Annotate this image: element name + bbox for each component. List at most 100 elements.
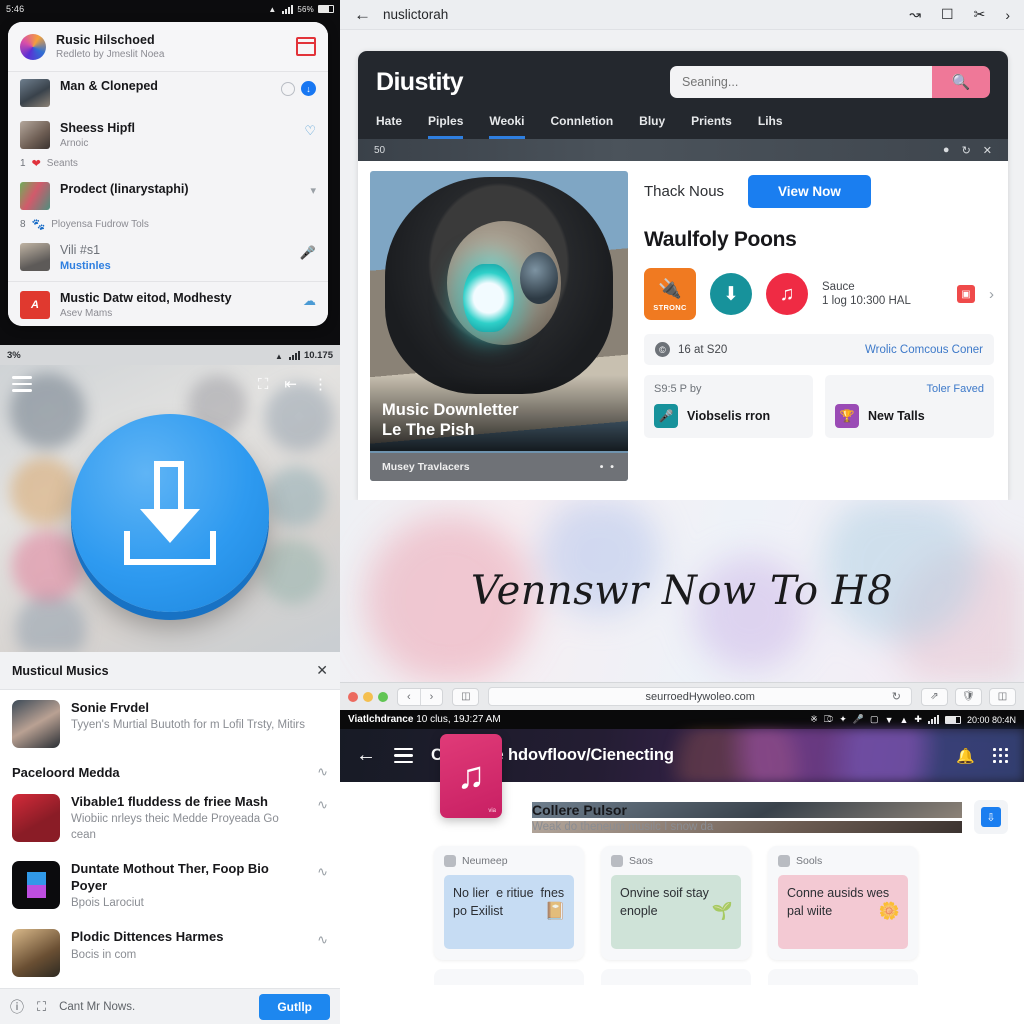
- search-icon[interactable]: 🔍: [932, 66, 990, 98]
- forward-button[interactable]: ›: [419, 688, 443, 705]
- app-icon[interactable]: ♫ via: [440, 734, 502, 818]
- filter-icon[interactable]: ⇗: [921, 687, 948, 706]
- reload-icon[interactable]: ↻: [892, 690, 901, 703]
- camera-icon[interactable]: ⛶: [37, 999, 46, 1015]
- chevron-icon[interactable]: ∿: [317, 764, 328, 780]
- chevron-right-icon[interactable]: ›: [989, 286, 994, 303]
- feature-card[interactable]: Saos Onvine soif stay enople 🌱: [601, 846, 751, 960]
- feature-card[interactable]: Sools Conne ausids wes pal wiite 🌼: [768, 846, 918, 960]
- close-icon[interactable]: ✕: [983, 144, 992, 157]
- refresh-icon[interactable]: ↻: [962, 144, 971, 157]
- site-search[interactable]: 🔍: [670, 66, 990, 98]
- download-badge-icon[interactable]: ↓: [301, 81, 316, 96]
- back-arrow-icon[interactable]: ←: [354, 5, 371, 25]
- wifi-icon: ▼: [884, 714, 894, 725]
- nav-item-connletion[interactable]: Connletion: [551, 114, 614, 139]
- close-icon[interactable]: ✕: [316, 662, 328, 679]
- action-button[interactable]: Gutllp: [259, 993, 330, 1020]
- sidebar-icon[interactable]: ◫: [452, 687, 480, 706]
- status-indicators: 56%: [268, 4, 334, 14]
- chevron-down-icon[interactable]: ▾: [310, 184, 316, 197]
- list-item[interactable]: Man & Cloneped ↓: [8, 72, 328, 114]
- list-item[interactable]: A Mustic Datw eitod, Modhesty Asev Mams …: [8, 284, 328, 326]
- forward-icon[interactable]: ›: [1005, 7, 1010, 23]
- list-item[interactable]: Plodic Dittences Harmes Bocis in com ∿: [0, 919, 340, 985]
- search-input[interactable]: [670, 66, 932, 98]
- sheet-title: Musticul Musics: [12, 663, 109, 678]
- microphone-icon[interactable]: 🎤: [300, 245, 316, 261]
- card-label: Sools: [796, 855, 823, 867]
- nav-item-prients[interactable]: Prients: [691, 114, 732, 139]
- list-item[interactable]: Sheess Hipfl Arnoic ♡: [8, 114, 328, 156]
- undo-icon[interactable]: ↝: [909, 6, 921, 23]
- status-title: Viatlchdrance: [348, 714, 414, 725]
- feature-card-stub[interactable]: [768, 969, 918, 985]
- info-icon[interactable]: ⓘ: [10, 997, 24, 1017]
- strong-tile[interactable]: 🔌 STRONC: [644, 268, 696, 320]
- heart-outline-icon[interactable]: ♡: [304, 123, 316, 139]
- more-icon[interactable]: • •: [600, 461, 616, 473]
- notification-card[interactable]: Rusic Hilschoed Redleto by Jmeslit Noea …: [8, 22, 328, 326]
- nav-item-weoki[interactable]: Weoki: [489, 114, 525, 139]
- traffic-lights[interactable]: [348, 691, 388, 702]
- feature-card-stub[interactable]: [434, 969, 584, 985]
- nav-item-piples[interactable]: Piples: [428, 114, 464, 139]
- chevron-icon[interactable]: ∿: [317, 861, 328, 880]
- mac-browser-chrome: ‹ › ◫ seurroedHywoleo.com ↻ ⇗ 🛡 ◫: [340, 682, 1024, 710]
- more-vertical-icon[interactable]: ⋮: [313, 375, 328, 393]
- location-icon[interactable]: ●: [943, 144, 950, 156]
- section-header[interactable]: Paceloord Medda ∿: [0, 756, 340, 784]
- download-circle-icon[interactable]: ⬇: [710, 273, 752, 315]
- view-now-button[interactable]: View Now: [748, 175, 871, 208]
- list-item[interactable]: Vibable1 fluddess de friee Mash Wiobiic …: [0, 784, 340, 851]
- menu-icon[interactable]: [394, 747, 413, 764]
- tile-card[interactable]: Toler Faved 🏆 New Talls: [825, 375, 994, 438]
- window-icon[interactable]: ◫: [989, 687, 1016, 706]
- nav-buttons[interactable]: ‹ ›: [397, 687, 444, 706]
- download-hero: ⛶ ⇤ ⋮: [0, 365, 340, 652]
- item-link[interactable]: Mustinles: [60, 260, 290, 272]
- back-button[interactable]: ‹: [398, 689, 420, 705]
- nav-item-bluy[interactable]: Bluy: [639, 114, 665, 139]
- list-item[interactable]: Duntate Mothout Ther, Foop Bio Poyer Bpo…: [0, 851, 340, 919]
- hero-footer-bar: Musey Travlacers • •: [370, 453, 628, 481]
- alert-badge-icon[interactable]: ▣: [957, 285, 975, 303]
- cut-icon[interactable]: ✂: [974, 6, 986, 23]
- list-item[interactable]: Sonie Frvdel Tyyen's Murtial Buutoth for…: [0, 690, 340, 756]
- tile-link[interactable]: Toler Faved: [927, 383, 984, 395]
- cloud-icon[interactable]: ☁: [303, 293, 316, 309]
- feature-card[interactable]: Neumeep No lier e ritiue fnes po Exilist…: [434, 846, 584, 960]
- card-body: Onvine soif stay enople 🌱: [611, 875, 741, 949]
- url-text[interactable]: nuslictorah: [383, 7, 897, 22]
- install-button[interactable]: ⇩: [974, 800, 1008, 834]
- save-icon[interactable]: ☐: [941, 6, 954, 23]
- nav-item-lihs[interactable]: Lihs: [758, 114, 783, 139]
- inbox-icon[interactable]: [295, 37, 317, 56]
- share-icon[interactable]: ⇤: [284, 375, 297, 393]
- hero-artwork[interactable]: Music Downletter Le The Pish Musey Travl…: [370, 171, 628, 481]
- music-circle-icon[interactable]: ♫: [766, 273, 808, 315]
- nav-item-hate[interactable]: Hate: [376, 114, 402, 139]
- item-title: Vibable1 fluddess de friee Mash: [71, 794, 268, 809]
- menu-icon[interactable]: [12, 376, 32, 392]
- address-bar[interactable]: seurroedHywoleo.com ↻: [488, 687, 912, 706]
- hero-caption-line1: Music Downletter: [382, 401, 519, 420]
- info-strip[interactable]: © 16 at S20 Wrolic Comcous Coner: [644, 334, 994, 365]
- item-thumbnail: [12, 929, 60, 978]
- strip-right-link[interactable]: Wrolic Comcous Coner: [865, 344, 983, 356]
- apps-grid-icon[interactable]: [993, 748, 1008, 763]
- chevron-icon[interactable]: ∿: [317, 929, 328, 948]
- shield-icon[interactable]: 🛡: [955, 687, 982, 706]
- browser-toolbar: ← nuslictorah ↝ ☐ ✂ ›: [340, 0, 1024, 30]
- chevron-icon[interactable]: ∿: [317, 794, 328, 813]
- list-item[interactable]: Prodect (linarystaphi) ▾: [8, 175, 328, 217]
- feature-card-stub[interactable]: [601, 969, 751, 985]
- site-logo[interactable]: Diustity: [376, 68, 463, 97]
- camera-icon[interactable]: ⛶: [258, 376, 269, 393]
- back-arrow-icon[interactable]: ←: [356, 744, 376, 767]
- notification-off-icon[interactable]: 🔔: [956, 747, 975, 765]
- download-button[interactable]: [71, 414, 269, 612]
- circle-icon[interactable]: [281, 81, 295, 96]
- tile-card[interactable]: S9:5 P by 🎤 Viobselis rron: [644, 375, 813, 438]
- list-item[interactable]: Vili #s1 Mustinles 🎤: [8, 236, 328, 279]
